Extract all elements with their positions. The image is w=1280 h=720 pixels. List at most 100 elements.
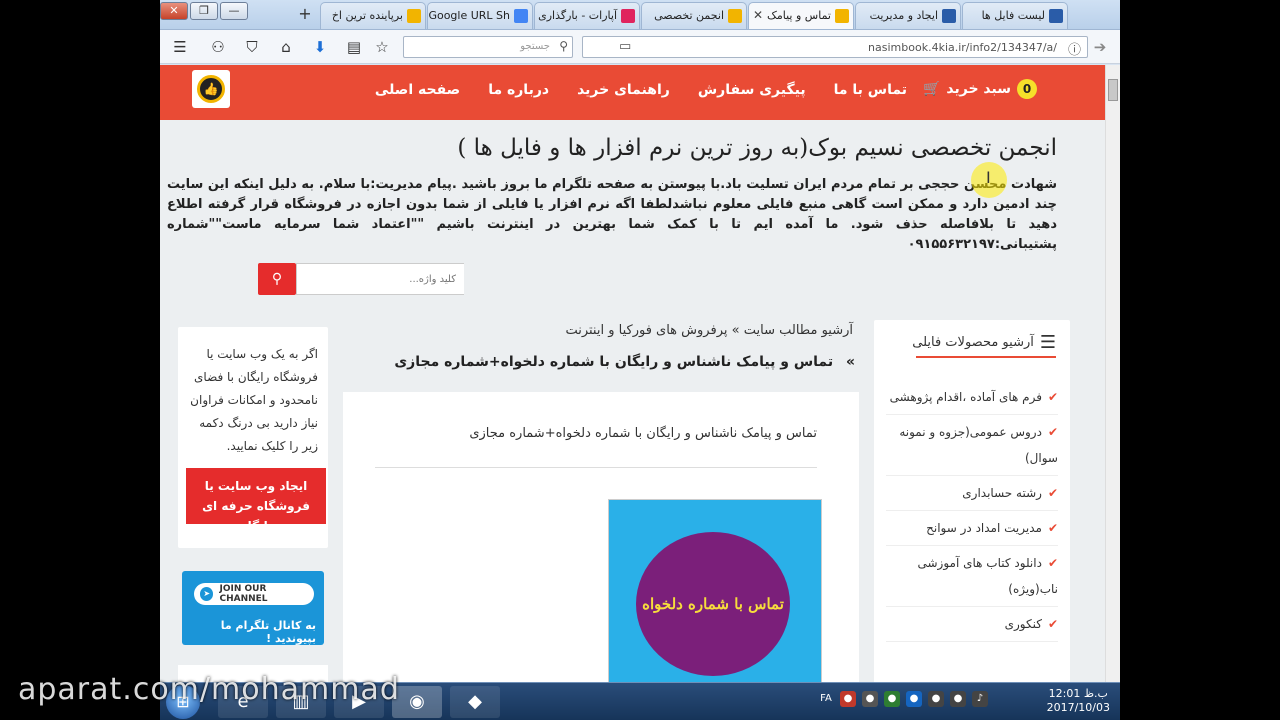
tab-favicon-icon xyxy=(407,9,421,23)
keyword-input[interactable] xyxy=(296,263,464,295)
forward-arrow-icon[interactable]: ➔ xyxy=(1090,37,1110,57)
search-input[interactable]: جستجو ⚲ xyxy=(403,36,573,58)
sidebar-item[interactable]: ✔دانلود کتاب های آموزشی ناب(ویژه) xyxy=(886,546,1058,607)
site-search: ⚲ xyxy=(258,263,464,295)
menu-order-tracking[interactable]: پیگیری سفارش xyxy=(698,82,806,98)
post-body: تماس و پیامک ناشناس و رایگان با شماره دل… xyxy=(343,392,859,682)
tab-favicon-icon xyxy=(835,9,849,23)
tab-3[interactable]: آپارات - بارگذاری xyxy=(534,2,640,29)
text-cursor-icon: I xyxy=(986,168,991,187)
telegram-banner[interactable]: ➤ JOIN OUR CHANNEL به کانال تلگرام ما بپ… xyxy=(182,571,324,645)
web-page: 👍 صفحه اصلی درباره ما راهنمای خرید پیگیر… xyxy=(160,65,1105,682)
sidebar-item[interactable]: ✔ کنکوری xyxy=(886,607,1058,642)
tray-icon[interactable]: ● xyxy=(950,691,966,707)
sidebar-item[interactable]: ✔دروس عمومی(جزوه و نمونه سوال) xyxy=(886,415,1058,476)
promo-text: اگر به یک وب سایت یا فروشگاه رایگان با ف… xyxy=(190,347,318,453)
sidebar-item-label: فرم های آماده ،اقدام پژوهشی xyxy=(889,390,1042,404)
pocket-icon[interactable]: ⛉ xyxy=(242,37,262,57)
site-logo[interactable]: 👍 xyxy=(192,70,230,108)
join-channel-pill: ➤ JOIN OUR CHANNEL xyxy=(194,583,314,605)
sidebar-item-label: رشته حسابداری xyxy=(962,486,1042,500)
window-controls: ✕ ❐ — xyxy=(160,2,248,20)
cart-icon: 🛒 xyxy=(922,81,941,97)
close-tab-icon[interactable]: ✕ xyxy=(753,8,763,22)
check-icon: ✔ xyxy=(1047,425,1058,439)
tab-5-active[interactable]: ✕ تماس و پیامک xyxy=(748,2,854,29)
menu-home[interactable]: صفحه اصلی xyxy=(375,82,460,98)
clock[interactable]: 12:01 ب.ظ 2017/10/03 xyxy=(1047,687,1110,715)
page-title: انجمن تخصصی نسیم بوک(به روز ترین نرم افز… xyxy=(457,135,1057,161)
download-icon[interactable]: ⬇ xyxy=(310,37,330,57)
main-menu: صفحه اصلی درباره ما راهنمای خرید پیگیری … xyxy=(375,82,907,98)
tab-favicon-icon xyxy=(942,9,956,23)
sidebar-item[interactable]: ✔ فرم های آماده ،اقدام پژوهشی xyxy=(886,380,1058,415)
divider xyxy=(375,467,817,468)
restore-window-button[interactable]: ❐ xyxy=(190,2,218,20)
breadcrumb-sep: » xyxy=(731,323,740,338)
watermark: aparat.com/mohammad xyxy=(18,672,400,707)
tab-6[interactable]: ایجاد و مدیریت xyxy=(855,2,961,29)
title-underline xyxy=(916,356,1056,358)
tab-1[interactable]: برپاینده ترین اخ xyxy=(320,2,426,29)
post-image: تماس با شماره دلخواه xyxy=(608,499,822,682)
menu-icon[interactable]: ☰ xyxy=(170,37,190,57)
cart-label: سبد خرید xyxy=(946,81,1011,97)
create-site-button[interactable]: ایجاد وب سایت یا فروشگاه حرفه ای رایگان xyxy=(186,468,326,533)
menu-buy-guide[interactable]: راهنمای خرید xyxy=(577,82,670,98)
tab-label: لیست فایل ها xyxy=(981,9,1045,22)
close-window-button[interactable]: ✕ xyxy=(160,2,188,20)
home-icon[interactable]: ⌂ xyxy=(276,37,296,57)
tab-7[interactable]: لیست فایل ها xyxy=(962,2,1068,29)
sidebar-item[interactable]: ✔ مدیریت امداد در سوانح xyxy=(886,511,1058,546)
join-channel-text: JOIN OUR CHANNEL xyxy=(219,584,268,604)
breadcrumb-current[interactable]: پرفروش های فورکیا و اینترنت xyxy=(565,323,727,338)
sidebar-item-label: دانلود کتاب های آموزشی ناب(ویژه) xyxy=(917,556,1058,596)
post-heading: » تماس و پیامک ناشناس و رایگان با شماره … xyxy=(394,354,855,370)
sidebar-list: ✔ فرم های آماده ،اقدام پژوهشی ✔دروس عمومی… xyxy=(886,380,1058,642)
check-icon: ✔ xyxy=(1047,390,1058,404)
breadcrumb: آرشیو مطالب سایت » پرفروش های فورکیا و ا… xyxy=(565,323,853,338)
menu-contact[interactable]: تماس با ما xyxy=(834,82,907,98)
google-icon xyxy=(514,9,528,23)
telegram-text: به کانال تلگرام ما بپیوندید ! xyxy=(220,619,316,645)
breadcrumb-root[interactable]: آرشیو مطالب سایت xyxy=(744,323,853,338)
library-icon[interactable]: ▤ xyxy=(344,37,364,57)
tab-2[interactable]: Google URL Sh xyxy=(427,2,533,29)
lang-indicator[interactable]: FA xyxy=(818,691,834,707)
tab-bar: ✕ ❐ — + برپاینده ترین اخ Google URL Sh آ… xyxy=(160,0,1120,30)
tab-favicon-icon xyxy=(728,9,742,23)
tray-icon[interactable]: ● xyxy=(862,691,878,707)
bookmark-star-icon[interactable]: ☆ xyxy=(372,37,392,57)
search-button[interactable]: ⚲ xyxy=(258,263,296,295)
page-scrollbar[interactable] xyxy=(1105,65,1120,682)
tab-4[interactable]: انجمن تخصصی xyxy=(641,2,747,29)
url-bar[interactable]: ▭ nasimbook.4kia.ir/info2/134347/a/ ⓘ xyxy=(582,36,1088,58)
speaker-icon[interactable]: ♪ xyxy=(972,691,988,707)
scrollbar-thumb[interactable] xyxy=(1108,79,1118,101)
tray-icons: FA ● ● ● ● ● ● ♪ xyxy=(818,691,988,707)
info-icon[interactable]: ⓘ xyxy=(1068,39,1081,58)
reader-icon[interactable]: ▭ xyxy=(619,39,631,54)
app-icon[interactable]: ◆ xyxy=(450,686,500,718)
account-icon[interactable]: ⚇ xyxy=(208,37,228,57)
promo-box: اگر به یک وب سایت یا فروشگاه رایگان با ف… xyxy=(178,327,328,548)
sidebar-item-label: مدیریت امداد در سوانح xyxy=(926,521,1042,535)
check-icon: ✔ xyxy=(1047,521,1058,535)
new-tab-button[interactable]: + xyxy=(294,4,316,24)
tray-icon[interactable]: ● xyxy=(884,691,900,707)
cart-button[interactable]: 🛒 سبد خرید 0 xyxy=(923,79,1037,99)
intro-text: شهادت محسن حججی بر تمام مردم ایران تسلیت… xyxy=(167,177,1057,252)
sidebar-item[interactable]: ✔ رشته حسابداری xyxy=(886,476,1058,511)
sidebar-item-label: کنکوری xyxy=(1004,617,1042,631)
tab-favicon-icon xyxy=(1049,9,1063,23)
menu-about[interactable]: درباره ما xyxy=(488,82,549,98)
tray-icon[interactable]: ● xyxy=(928,691,944,707)
sidebar-title-text: آرشیو محصولات فایلی xyxy=(912,335,1034,350)
minimize-window-button[interactable]: — xyxy=(220,2,248,20)
tray-icon[interactable]: ● xyxy=(906,691,922,707)
tray-icon[interactable]: ● xyxy=(840,691,856,707)
telegram-icon: ➤ xyxy=(200,587,214,601)
search-icon: ⚲ xyxy=(271,271,283,287)
product-archive-sidebar: ☰ آرشیو محصولات فایلی ✔ فرم های آماده ،اق… xyxy=(874,320,1070,682)
url-text: nasimbook.4kia.ir/info2/134347/a/ xyxy=(868,41,1057,54)
